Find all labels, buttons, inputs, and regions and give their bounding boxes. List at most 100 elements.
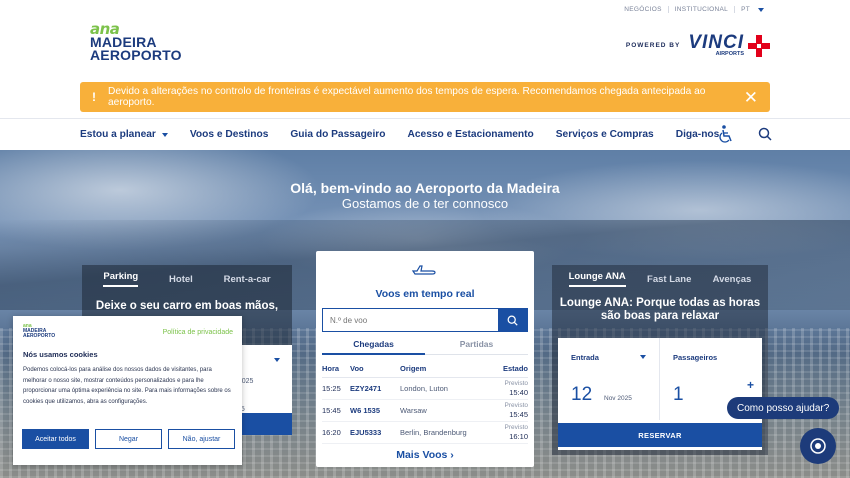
link-institucional[interactable]: INSTITUCIONAL [669, 6, 736, 13]
table-header: Hora Voo Origem Estado [322, 361, 528, 378]
flight-time: 16:20 [322, 421, 350, 444]
flight-search-button[interactable] [498, 309, 527, 331]
flight-origin: Warsaw [400, 399, 494, 422]
hero-welcome: Olá, bem-vindo ao Aeroporto da Madeira G… [0, 180, 850, 212]
tab-chegadas[interactable]: Chegadas [322, 339, 425, 355]
chat-button[interactable] [800, 428, 836, 464]
flight-status: Previsto 16:10 [493, 421, 528, 444]
flight-status: Previsto 15:45 [493, 399, 528, 422]
cookie-buttons: Aceitar todos Negar Não, ajustar [22, 429, 235, 449]
flight-number: EJU5333 [350, 421, 400, 444]
tab-parking[interactable]: Parking [103, 271, 139, 287]
flight-tabs: Chegadas Partidas [322, 339, 528, 355]
madeira-airport-logo[interactable]: ana MADEIRA AEROPORTO [90, 22, 182, 63]
col-hora: Hora [322, 361, 350, 378]
link-negocios[interactable]: NEGÓCIOS [618, 6, 669, 13]
search-icon[interactable] [758, 127, 772, 141]
lounge-form: Entrada 12 Nov 2025 Passageiros 1 + RESE… [558, 338, 762, 450]
col-origem: Origem [400, 361, 494, 378]
flights-title: Voos em tempo real [375, 288, 475, 300]
nav-item-acesso[interactable]: Acesso e Estacionamento [408, 129, 534, 140]
more-flights-link[interactable]: Mais Voos › [316, 449, 534, 461]
airplane-icon [412, 265, 436, 275]
chat-icon [810, 438, 826, 454]
nav-item-voos[interactable]: Voos e Destinos [190, 129, 269, 140]
vinci-airports-logo[interactable]: POWERED BY VINCI AIRPORTS [625, 32, 770, 57]
tab-hotel[interactable]: Hotel [169, 274, 193, 285]
tab-avencas[interactable]: Avenças [713, 274, 752, 285]
tab-partidas[interactable]: Partidas [425, 339, 528, 355]
col-voo: Voo [350, 361, 400, 378]
dropdown-chevron-icon[interactable] [271, 354, 283, 366]
entry-date-field[interactable]: Entrada 12 Nov 2025 [558, 338, 660, 420]
deny-button[interactable]: Negar [95, 429, 162, 449]
hero-subtitle: Gostamos de o ter connosco [341, 196, 509, 211]
nav-item-servicos[interactable]: Serviços e Compras [556, 129, 654, 140]
language-label: PT [741, 6, 750, 13]
privacy-policy-link[interactable]: Política de privacidade [163, 329, 233, 336]
accept-all-button[interactable]: Aceitar todos [22, 429, 89, 449]
tab-fast-lane[interactable]: Fast Lane [647, 274, 691, 285]
parking-headline: Deixe o seu carro em boas mãos, [95, 300, 279, 312]
flights-widget: Voos em tempo real Chegadas Partidas Hor… [316, 251, 534, 467]
search-icon [507, 315, 518, 326]
cookie-logo: ana MADEIRA AEROPORTO [23, 323, 56, 339]
cookie-consent-dialog: ana MADEIRA AEROPORTO Política de privac… [13, 316, 242, 465]
flight-number-input[interactable] [323, 309, 498, 331]
flight-number: W6 1535 [350, 399, 400, 422]
passengers-label: Passageiros [673, 353, 718, 362]
plus-icon[interactable]: + [747, 378, 754, 392]
lounge-headline-1: Lounge ANA: Porque todas as horas [559, 297, 761, 309]
flight-search [322, 308, 528, 332]
flight-time: 15:25 [322, 377, 350, 400]
accessibility-icon[interactable] [718, 125, 734, 143]
col-estado: Estado [493, 361, 528, 378]
entry-day: 12 [571, 384, 593, 405]
cookie-title: Nós usamos cookies [23, 350, 98, 359]
lounge-headline-2: são boas para relaxar [600, 310, 720, 322]
adjust-button[interactable]: Não, ajustar [168, 429, 235, 449]
language-selector[interactable]: PT [735, 6, 770, 13]
warning-icon: ! [92, 90, 96, 104]
chevron-right-icon: › [450, 449, 454, 461]
entry-month: Nov 2025 [604, 395, 632, 402]
chevron-down-icon [161, 132, 168, 137]
table-row[interactable]: 15:45 W6 1535 Warsaw Previsto 15:45 [322, 399, 528, 422]
powered-by-label: POWERED BY [625, 42, 681, 49]
reserve-button[interactable]: RESERVAR [558, 423, 762, 447]
tab-rent-a-car[interactable]: Rent-a-car [224, 274, 271, 285]
alert-banner: ! Devido a alterações no controlo de fro… [80, 82, 770, 112]
entry-label: Entrada [571, 353, 599, 362]
main-nav: Estou a planear Voos e Destinos Guia do … [0, 118, 850, 150]
logo-line2: AEROPORTO [90, 47, 182, 63]
vinci-brand: VINCI [688, 32, 744, 53]
hero-title: Olá, bem-vindo ao Aeroporto da Madeira [290, 180, 560, 196]
vinci-cross-icon [748, 34, 770, 57]
nav-item-guia[interactable]: Guia do Passageiro [290, 129, 385, 140]
flight-status: Previsto 15:40 [493, 377, 528, 400]
vinci-wordmark: VINCI AIRPORTS [688, 32, 744, 57]
passengers-value: 1 [673, 384, 684, 405]
close-icon[interactable]: ✕ [744, 89, 758, 106]
parking-tabs: Parking Hotel Rent-a-car [82, 265, 292, 293]
alert-text: Devido a alterações no controlo de front… [108, 86, 706, 108]
utility-bar: NEGÓCIOS INSTITUCIONAL PT [618, 6, 770, 13]
nav-item-diga-nos[interactable]: Diga-nos [676, 129, 720, 140]
lounge-widget: Lounge ANA Fast Lane Avenças Lounge ANA:… [552, 265, 768, 455]
nav-item-planear[interactable]: Estou a planear [80, 129, 168, 140]
help-bubble[interactable]: Como posso ajudar? [727, 397, 840, 419]
cookie-text: Podemos colocá-los para análise dos noss… [23, 367, 231, 405]
table-row[interactable]: 16:20 EJU5333 Berlin, Brandenburg Previs… [322, 421, 528, 444]
nav-label: Estou a planear [80, 129, 156, 140]
flight-time: 15:45 [322, 399, 350, 422]
chevron-down-icon[interactable] [637, 351, 649, 363]
flight-number: EZY2471 [350, 377, 400, 400]
vinci-sub: AIRPORTS [715, 51, 744, 57]
tab-lounge-ana[interactable]: Lounge ANA [568, 271, 626, 287]
flight-origin: London, Luton [400, 377, 494, 400]
flights-table: Hora Voo Origem Estado 15:25 EZY2471 Lon… [322, 361, 528, 444]
chevron-down-icon [758, 7, 764, 12]
table-row[interactable]: 15:25 EZY2471 London, Luton Previsto 15:4… [322, 377, 528, 400]
flight-origin: Berlin, Brandenburg [400, 421, 494, 444]
more-flights-label: Mais Voos [396, 449, 448, 461]
